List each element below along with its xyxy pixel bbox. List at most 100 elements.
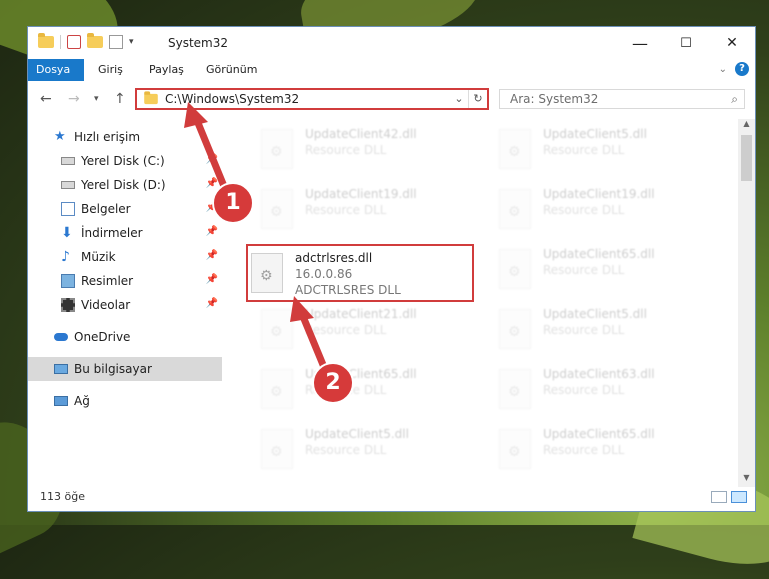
sidebar-item-label: Müzik: [81, 250, 116, 264]
back-arrow-icon[interactable]: ←: [40, 91, 52, 107]
navigation-pane: ★ Hızlı erişim Yerel Disk (C:) 📌 Yerel D…: [28, 119, 222, 479]
pin-icon: 📌: [205, 298, 218, 309]
dll-file-icon: [499, 129, 531, 169]
callout-2: 2: [312, 362, 354, 404]
details-view-icon[interactable]: [711, 491, 727, 503]
file-item[interactable]: UpdateClient65.dll Resource DLL: [499, 425, 719, 481]
scroll-up-arrow-icon[interactable]: ▲: [738, 119, 755, 133]
sidebar-item-music[interactable]: ♪ Müzik 📌: [28, 245, 222, 269]
file-item[interactable]: UpdateClient65.dll Resource DLL: [499, 245, 719, 301]
pin-icon: 📌: [205, 226, 218, 237]
recent-locations-chevron-icon[interactable]: ▾: [94, 94, 99, 104]
sidebar-item-this-pc[interactable]: Bu bilgisayar: [28, 357, 222, 381]
file-description: Resource DLL: [305, 203, 387, 217]
vertical-scrollbar[interactable]: ▲ ▼: [738, 119, 755, 487]
sidebar-item-downloads[interactable]: ⬇ İndirmeler 📌: [28, 221, 222, 245]
properties-icon[interactable]: [67, 35, 81, 49]
file-description: Resource DLL: [543, 143, 625, 157]
sidebar-item-quick-access[interactable]: ★ Hızlı erişim: [28, 125, 222, 149]
tiles-view-icon[interactable]: [731, 491, 747, 503]
forward-arrow-icon[interactable]: →: [68, 91, 80, 107]
dll-file-icon: [499, 369, 531, 409]
window-title: System32: [168, 36, 229, 50]
status-bar: 113 öğe: [28, 483, 755, 511]
new-folder-icon[interactable]: [87, 33, 103, 48]
customize-toolbar-chevron-icon[interactable]: ▾: [129, 37, 134, 47]
pin-icon: 📌: [205, 178, 218, 189]
address-dropdown-chevron-icon[interactable]: ⌄: [450, 90, 468, 108]
file-item[interactable]: UpdateClient5.dll Resource DLL: [261, 425, 481, 481]
sidebar-item-label: Yerel Disk (C:): [81, 154, 165, 168]
cloud-icon: [54, 333, 68, 341]
sidebar-item-network[interactable]: Ağ: [28, 389, 222, 413]
file-description: Resource DLL: [305, 143, 387, 157]
file-name: UpdateClient5.dll: [305, 427, 409, 441]
tab-view[interactable]: Görünüm: [198, 59, 265, 81]
dll-file-icon: [499, 249, 531, 289]
view-toggle: [711, 491, 747, 503]
minimize-button[interactable]: —: [617, 27, 663, 59]
address-bar[interactable]: C:\Windows\System32 ⌄ ↻: [135, 88, 489, 110]
search-input[interactable]: Ara: System32 ⌕: [499, 89, 745, 109]
file-name: UpdateClient42.dll: [305, 127, 417, 141]
file-name: UpdateClient19.dll: [305, 187, 417, 201]
close-button[interactable]: ✕: [709, 27, 755, 59]
dll-file-icon: [499, 309, 531, 349]
file-name: UpdateClient5.dll: [543, 307, 647, 321]
sidebar-item-label: İndirmeler: [81, 226, 143, 240]
view-options-icon[interactable]: [109, 35, 123, 49]
file-description: Resource DLL: [543, 383, 625, 397]
tab-share[interactable]: Paylaş: [141, 59, 192, 81]
sidebar-item-documents[interactable]: Belgeler 📌: [28, 197, 222, 221]
quick-access-toolbar: ▾: [38, 33, 134, 49]
up-arrow-icon[interactable]: ↑: [114, 91, 126, 107]
title-bar: ▾ System32 — ☐ ✕: [28, 27, 755, 59]
file-description: Resource DLL: [543, 443, 625, 457]
folder-icon: [144, 91, 158, 105]
file-item[interactable]: UpdateClient65.dll Resource DLL: [261, 365, 481, 421]
sidebar-item-local-disk-d[interactable]: Yerel Disk (D:) 📌: [28, 173, 222, 197]
help-icon[interactable]: ?: [735, 62, 749, 76]
expand-ribbon-chevron-icon[interactable]: ⌄: [719, 64, 727, 75]
file-item[interactable]: UpdateClient63.dll Resource DLL: [499, 365, 719, 421]
file-item[interactable]: UpdateClient5.dll Resource DLL: [499, 125, 719, 181]
network-icon: [54, 396, 68, 406]
ribbon-tabs: Dosya Giriş Paylaş Görünüm ⌄ ?: [28, 59, 755, 81]
file-name: UpdateClient65.dll: [543, 427, 655, 441]
sidebar-item-label: OneDrive: [74, 330, 131, 344]
file-item[interactable]: UpdateClient19.dll Resource DLL: [261, 185, 481, 241]
file-description: Resource DLL: [543, 263, 625, 277]
window-controls: — ☐ ✕: [617, 27, 755, 59]
drive-icon: [61, 181, 75, 189]
sidebar-item-pictures[interactable]: Resimler 📌: [28, 269, 222, 293]
file-name: UpdateClient65.dll: [543, 247, 655, 261]
ribbon-right: ⌄ ?: [719, 62, 749, 76]
maximize-button[interactable]: ☐: [663, 27, 709, 59]
file-item[interactable]: UpdateClient42.dll Resource DLL: [261, 125, 481, 181]
tab-home[interactable]: Giriş: [90, 59, 131, 81]
dll-file-icon: [261, 369, 293, 409]
file-item[interactable]: UpdateClient5.dll Resource DLL: [499, 305, 719, 361]
file-description: Resource DLL: [305, 443, 387, 457]
pictures-icon: [61, 274, 75, 288]
file-item[interactable]: UpdateClient19.dll Resource DLL: [499, 185, 719, 241]
sidebar-item-onedrive[interactable]: OneDrive: [28, 325, 222, 349]
item-count: 113 öğe: [40, 490, 85, 503]
file-name: UpdateClient21.dll: [305, 307, 417, 321]
folder-icon: [38, 33, 54, 48]
file-highlight-box: [246, 244, 474, 302]
file-description: Resource DLL: [543, 323, 625, 337]
tab-file[interactable]: Dosya: [28, 59, 84, 81]
address-text[interactable]: C:\Windows\System32: [165, 92, 450, 106]
scroll-thumb[interactable]: [741, 135, 752, 181]
sidebar-item-label: Hızlı erişim: [74, 130, 141, 144]
refresh-icon[interactable]: ↻: [468, 90, 487, 108]
sidebar-item-label: Ağ: [74, 394, 90, 408]
file-item[interactable]: UpdateClient21.dll Resource DLL: [261, 305, 481, 361]
callout-1: 1: [212, 182, 254, 224]
file-description: Resource DLL: [305, 323, 387, 337]
sidebar-item-videos[interactable]: Videolar 📌: [28, 293, 222, 317]
sidebar-item-local-disk-c[interactable]: Yerel Disk (C:) 📌: [28, 149, 222, 173]
dll-file-icon: [261, 429, 293, 469]
sidebar-item-label: Yerel Disk (D:): [81, 178, 166, 192]
